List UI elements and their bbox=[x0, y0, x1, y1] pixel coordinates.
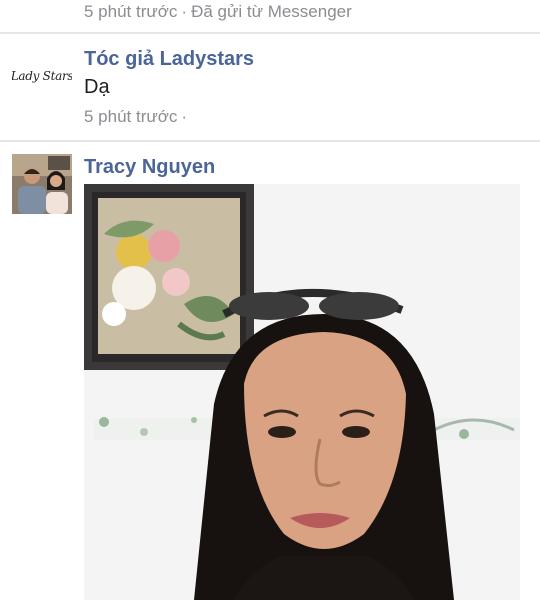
comment-text: Dạ bbox=[84, 76, 110, 98]
comment-author[interactable]: Tracy Nguyen bbox=[84, 156, 215, 179]
comment-item: Tracy Nguyen bbox=[0, 142, 540, 600]
sent-from-messenger: Đã gửi từ Messenger bbox=[191, 2, 352, 21]
comment-author[interactable]: Tóc giả Ladystars bbox=[84, 48, 254, 71]
comment-item: 5 phút trước · Đã gửi từ Messenger bbox=[0, 0, 540, 34]
avatar[interactable] bbox=[12, 154, 72, 214]
comment-meta: 5 phút trước · Đã gửi từ Messenger bbox=[84, 2, 352, 22]
comment-photo[interactable] bbox=[84, 184, 520, 600]
selfie-photo-icon bbox=[84, 184, 520, 600]
comment-time[interactable]: 5 phút trước bbox=[84, 107, 177, 126]
avatar-photo-icon bbox=[12, 154, 72, 214]
comment-item: Lady Stars Tóc giả Ladystars Dạ 5 phút t… bbox=[0, 34, 540, 142]
comment-meta: 5 phút trước · bbox=[84, 107, 191, 127]
meta-separator: · bbox=[181, 107, 188, 126]
comment-time[interactable]: 5 phút trước bbox=[84, 2, 177, 21]
avatar[interactable]: Lady Stars bbox=[12, 46, 72, 106]
meta-separator: · bbox=[181, 2, 188, 21]
ladystars-logo: Lady Stars bbox=[12, 69, 72, 83]
